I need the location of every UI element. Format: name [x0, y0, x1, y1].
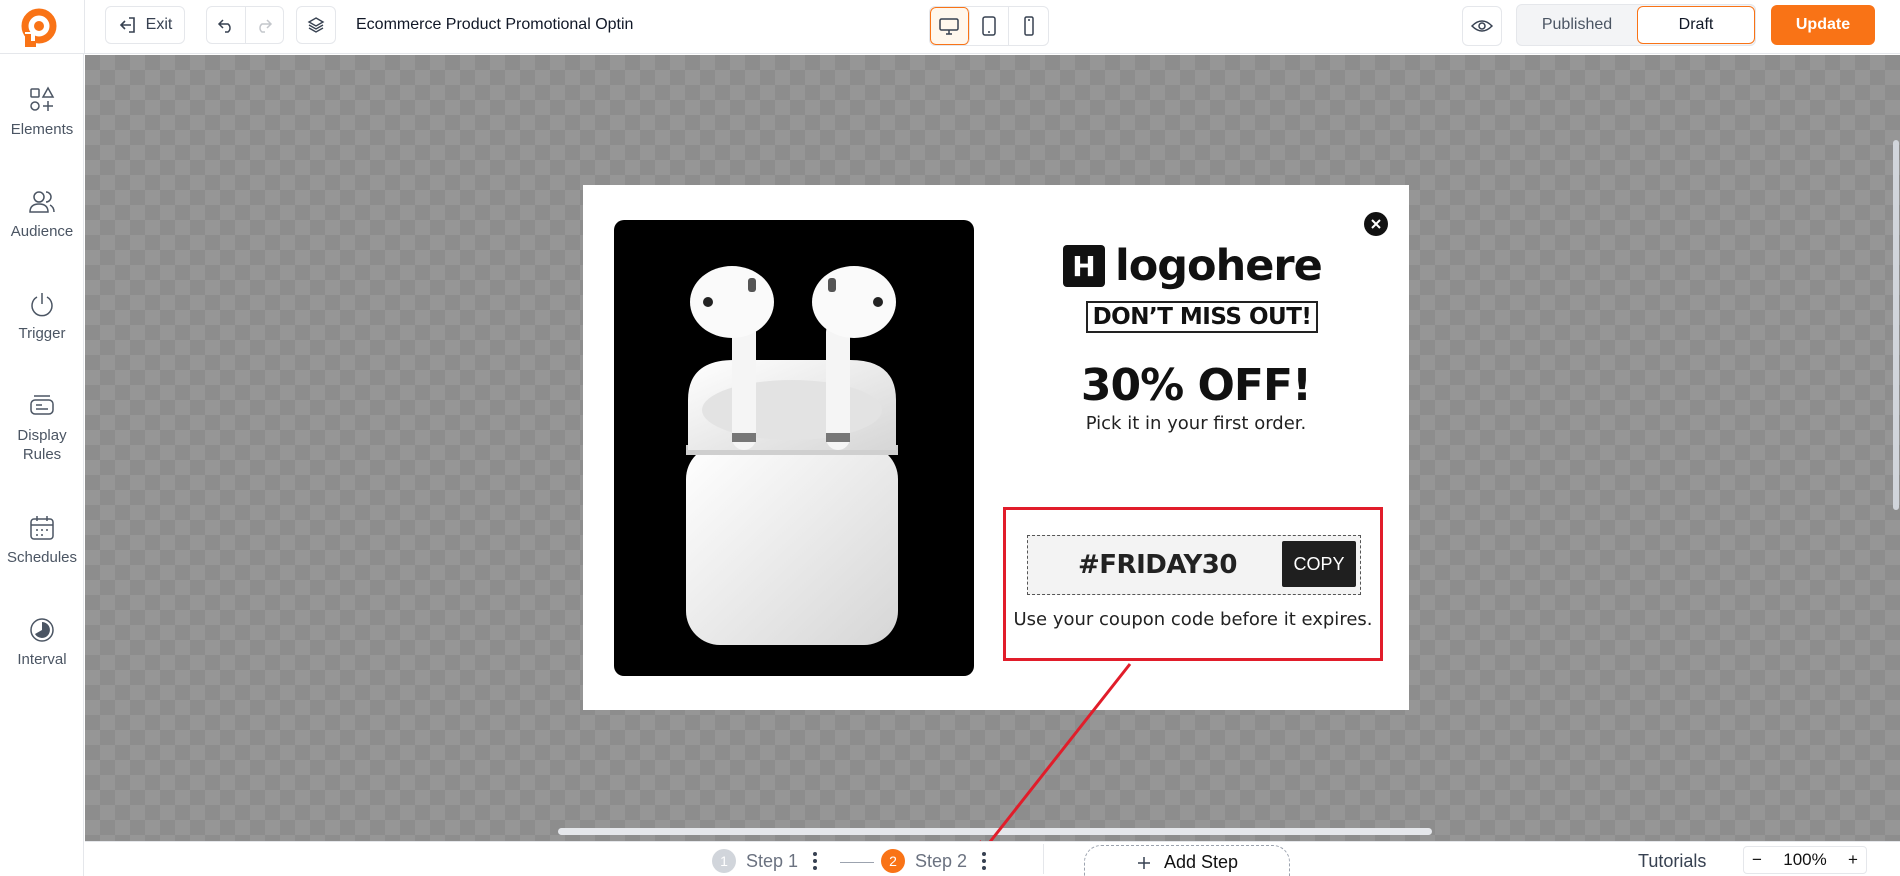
sidebar-item-label: Trigger: [18, 325, 66, 342]
zoom-in-button[interactable]: +: [1848, 850, 1858, 870]
elements-icon: [30, 86, 55, 111]
vertical-scrollbar[interactable]: [1893, 140, 1899, 510]
zoom-level: 100%: [1783, 850, 1827, 869]
calendar-icon: [30, 516, 54, 540]
horizontal-scrollbar[interactable]: [558, 828, 1432, 835]
power-icon: [31, 293, 53, 317]
redo-button[interactable]: [245, 7, 283, 43]
mobile-view-button[interactable]: [1009, 7, 1048, 45]
coupon-box[interactable]: #FRIDAY30 COPY: [1027, 535, 1361, 595]
tagline-badge[interactable]: DON’T MISS OUT!: [1086, 301, 1318, 333]
sidebar-item-label: Audience: [10, 223, 74, 240]
audience-icon: [29, 191, 55, 213]
brand-logo[interactable]: H logohere: [1063, 241, 1323, 291]
sidebar-item-label: Display Rules: [17, 427, 67, 463]
step-label: Step 1: [746, 850, 799, 871]
close-popup-button[interactable]: [1364, 212, 1388, 236]
sidebar-item-trigger[interactable]: Trigger: [0, 290, 84, 343]
mobile-icon: [1023, 16, 1034, 36]
discount-subheadline[interactable]: Pick it in your first order.: [983, 413, 1409, 434]
tablet-icon: [982, 16, 996, 36]
coupon-code: #FRIDAY30: [1078, 550, 1237, 580]
add-step-label: Add Step: [1163, 852, 1239, 872]
topbar-divider: [84, 0, 85, 54]
exit-button[interactable]: Exit: [105, 6, 185, 44]
plus-icon: [1137, 856, 1150, 869]
preview-button[interactable]: [1462, 6, 1502, 46]
top-bar: Exit Ecommerce Product Promotional Optin: [0, 0, 1900, 54]
product-image[interactable]: [614, 220, 974, 676]
step-2[interactable]: 2 Step 2: [881, 849, 991, 873]
undo-button[interactable]: [207, 7, 245, 43]
earbuds-image: [686, 266, 898, 645]
eye-icon: [1471, 20, 1493, 32]
sidebar-item-label: Interval: [17, 651, 67, 668]
step-number: 1: [712, 849, 736, 873]
sidebar-item-label: Elements: [10, 121, 74, 138]
document-title[interactable]: Ecommerce Product Promotional Optin: [356, 16, 633, 34]
steps-bar: 1 Step 1 2 Step 2 Add Step Tutorials − 1…: [85, 841, 1900, 876]
undo-icon: [217, 19, 231, 33]
exit-icon: [119, 17, 135, 33]
sidebar-item-schedules[interactable]: Schedules: [0, 514, 84, 567]
step-number: 2: [881, 849, 905, 873]
layers-icon: [307, 17, 325, 33]
sidebar-item-display-rules[interactable]: Display Rules: [0, 392, 84, 464]
sidebar-item-label: Schedules: [6, 549, 78, 566]
add-step-button[interactable]: Add Step: [1084, 845, 1290, 876]
sidebar: Elements Audience Trigger Display Rules …: [0, 54, 84, 876]
publish-status-toggle: Published Draft: [1516, 4, 1756, 46]
step-menu-icon[interactable]: [808, 852, 822, 870]
app-logo[interactable]: [18, 6, 60, 48]
update-button[interactable]: Update: [1771, 5, 1875, 45]
zoom-out-button[interactable]: −: [1752, 850, 1762, 870]
device-switcher: [929, 6, 1049, 46]
step-menu-icon[interactable]: [977, 852, 991, 870]
published-tab[interactable]: Published: [1517, 16, 1637, 34]
copy-coupon-button[interactable]: COPY: [1282, 541, 1356, 587]
history-controls: [206, 6, 284, 44]
step-1[interactable]: 1 Step 1: [712, 849, 822, 873]
exit-label: Exit: [145, 16, 173, 33]
zoom-control: − 100% +: [1743, 846, 1867, 874]
sidebar-item-interval[interactable]: Interval: [0, 616, 84, 669]
coupon-section-highlight[interactable]: #FRIDAY30 COPY Use your coupon code befo…: [1003, 507, 1383, 661]
brand-mark: H: [1063, 245, 1105, 287]
close-icon: [1371, 219, 1381, 229]
optin-popup[interactable]: H logohere DON’T MISS OUT! 30% OFF! Pick…: [583, 185, 1409, 710]
desktop-icon: [939, 18, 960, 35]
tutorials-link[interactable]: Tutorials: [1638, 851, 1706, 872]
discount-headline[interactable]: 30% OFF!: [983, 360, 1409, 411]
interval-icon: [30, 618, 54, 642]
desktop-view-button[interactable]: [930, 7, 970, 45]
sidebar-item-audience[interactable]: Audience: [0, 188, 84, 241]
coupon-note[interactable]: Use your coupon code before it expires.: [1006, 609, 1380, 630]
redo-icon: [259, 19, 273, 33]
step-label: Step 2: [915, 850, 968, 871]
draft-tab[interactable]: Draft: [1637, 6, 1755, 44]
brand-name: logohere: [1115, 241, 1323, 291]
bottom-divider: [1043, 844, 1044, 874]
step-connector: [840, 862, 874, 863]
display-rules-icon: [30, 395, 54, 415]
layers-button[interactable]: [296, 6, 336, 44]
tablet-view-button[interactable]: [970, 7, 1010, 45]
sidebar-item-elements[interactable]: Elements: [0, 86, 84, 139]
